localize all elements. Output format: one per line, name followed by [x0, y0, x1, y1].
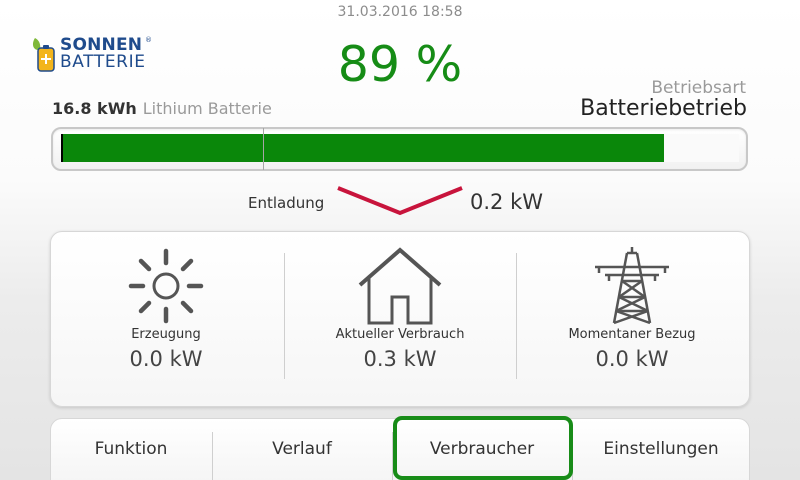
stat-generation: Erzeugung 0.0 kW — [51, 245, 281, 395]
stat-value: 0.0 kW — [129, 347, 203, 371]
stat-grid-import: Momentaner Bezug 0.0 kW — [517, 245, 747, 395]
sun-icon — [51, 245, 281, 329]
battery-capacity: 16.8 kWh — [52, 99, 137, 118]
logo-text-bottom: BATTERIE — [60, 52, 146, 72]
flow-direction-label: Entladung — [248, 194, 325, 212]
nav-tab-verlauf[interactable]: Verlauf — [214, 432, 390, 468]
battery-capacity-line: 16.8 kWh Lithium Batterie — [52, 99, 272, 118]
datetime: 31.03.2016 18:58 — [337, 4, 463, 20]
stat-label: Erzeugung — [131, 327, 201, 342]
battery-type: Lithium Batterie — [142, 99, 272, 118]
stat-label: Aktueller Verbrauch — [335, 327, 465, 342]
discharge-arrow-icon — [337, 186, 463, 216]
stat-label: Momentaner Bezug — [568, 327, 696, 342]
battery-leaf-icon — [32, 38, 55, 72]
battery-level-marker — [263, 128, 264, 170]
battery-level-fill — [61, 134, 664, 162]
operating-mode-value: Batteriebetrieb — [580, 96, 747, 121]
stat-consumption: Aktueller Verbrauch 0.3 kW — [285, 245, 515, 395]
state-of-charge: 89 % — [337, 36, 463, 93]
operating-mode-label: Betriebsart — [651, 78, 746, 98]
nav-tab-funktion[interactable]: Funktion — [52, 432, 210, 468]
logo-registered-mark: ® — [145, 36, 152, 44]
nav-divider — [212, 432, 213, 480]
stat-value: 0.3 kW — [363, 347, 437, 371]
stat-value: 0.0 kW — [595, 347, 669, 371]
power-pylon-icon — [517, 245, 747, 329]
nav-tab-einstellungen[interactable]: Einstellungen — [574, 432, 748, 468]
active-tab-highlight — [393, 416, 573, 480]
sonnenbatterie-logo: SONNEN ® BATTERIE — [30, 34, 160, 74]
flow-power-value: 0.2 kW — [470, 190, 543, 214]
house-icon — [285, 245, 515, 329]
